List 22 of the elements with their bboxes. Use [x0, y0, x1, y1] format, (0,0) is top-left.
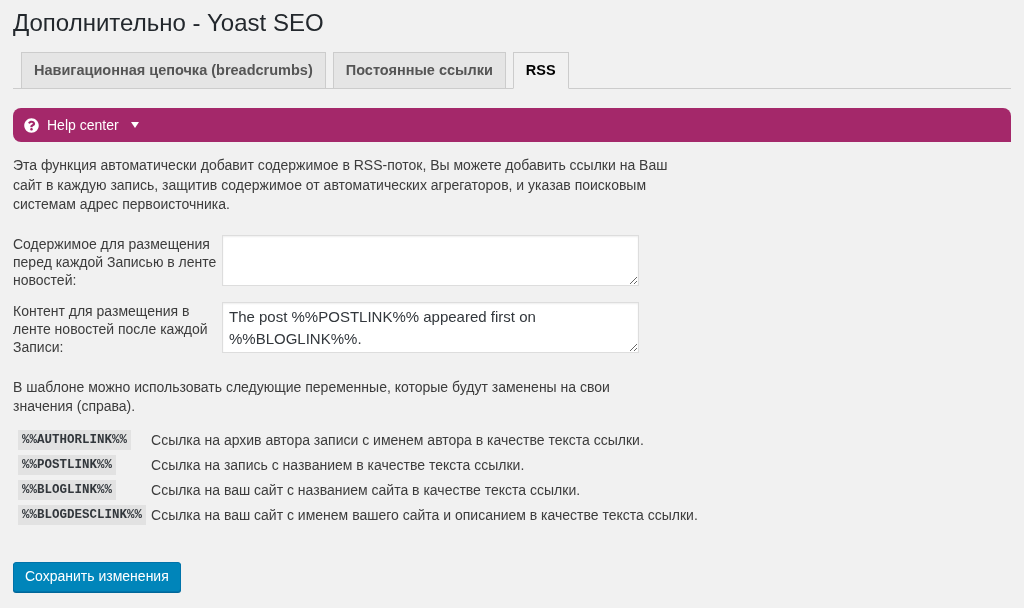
help-center-button[interactable]: Help center	[13, 108, 1011, 142]
variable-code: %%BLOGDESCLINK%%	[18, 505, 147, 525]
variable-code: %%AUTHORLINK%%	[18, 430, 132, 450]
save-button[interactable]: Сохранить изменения	[13, 561, 181, 592]
variable-code: %%BLOGLINK%%	[18, 480, 116, 500]
caret-icon	[130, 122, 139, 128]
tab[interactable]: Постоянные ссылки	[332, 52, 506, 89]
help-icon	[24, 117, 39, 133]
variable-description: Ссылка на архив автора записи с именем автора в качестве текста ссылки.	[151, 431, 644, 450]
textarea-field[interactable]	[222, 234, 639, 286]
intro-text: Эта функция автоматически добавит содержимое в RSS-поток, Вы можете добавить ссылки на Ваш сайт в каждую запись, защитив содержимое от автоматических агрегаторов, и указав поисковым системам адрес первоисточника.	[13, 156, 668, 214]
textarea-field[interactable]: The post %%POSTLINK%% appeared first on %%BLOGLINK%%.	[222, 301, 639, 353]
tab[interactable]: RSS	[512, 52, 569, 89]
variable-description: Ссылка на ваш сайт с названием сайта в качестве текста ссылки.	[151, 481, 581, 500]
tab[interactable]: Навигационная цепочка (breadcrumbs)	[21, 52, 326, 89]
variables-intro-text: В шаблоне можно использовать следующие переменные, которые будут заменены на свои значения (справа).	[13, 377, 611, 416]
variable-description: Ссылка на запись с названием в качестве текста ссылки.	[151, 456, 525, 475]
page-title: Дополнительно - Yoast SEO	[13, 8, 324, 38]
variable-code: %%POSTLINK%%	[18, 455, 116, 475]
variable-description: Ссылка на ваш сайт с именем вашего сайта и описанием в качестве текста ссылки.	[151, 506, 698, 525]
field-label: Содержимое для размещения перед каждой Записью в ленте новостей:	[13, 234, 218, 289]
field-label: Контент для размещения в ленте новостей после каждой Записи:	[13, 301, 209, 356]
